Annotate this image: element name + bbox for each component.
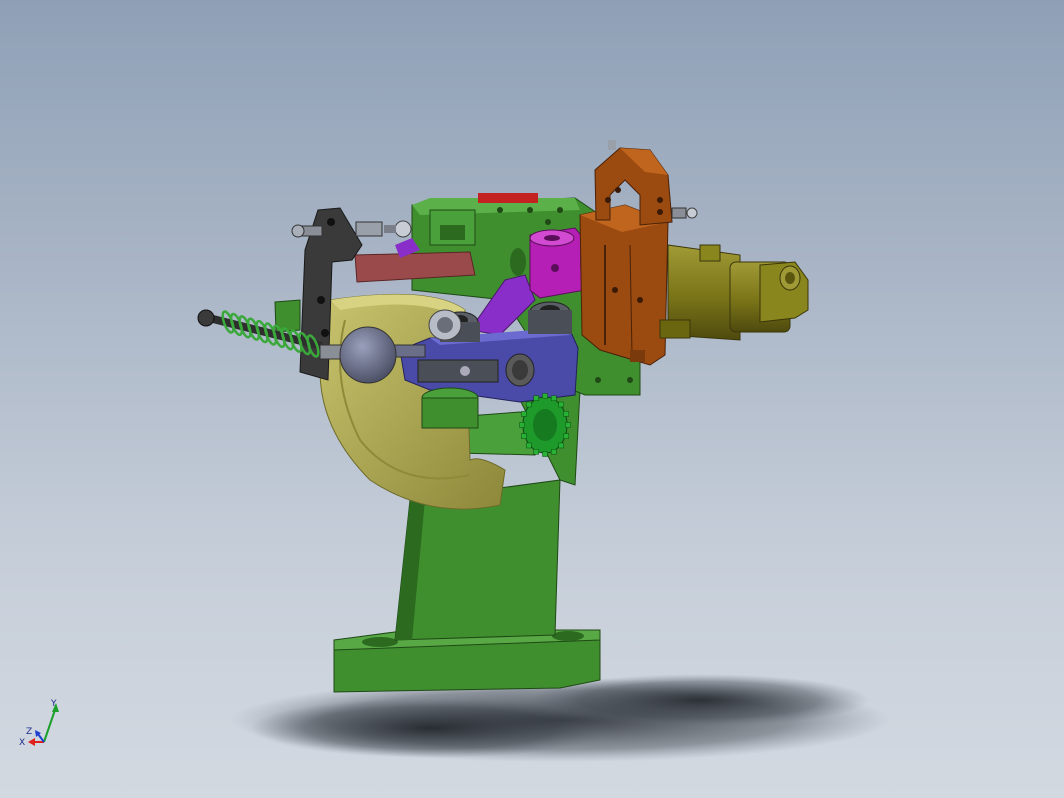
- x-axis-arrow: [28, 738, 35, 746]
- y-axis-line: [43, 706, 57, 743]
- gear-tooth: [565, 422, 571, 428]
- x-axis-label: X: [19, 738, 25, 748]
- gear-tooth: [525, 401, 532, 408]
- gear-tooth: [533, 449, 539, 455]
- z-axis-label: Z: [26, 727, 32, 737]
- z-axis-line: [37, 733, 45, 743]
- gear-tooth: [563, 433, 569, 439]
- gear-tooth: [563, 411, 569, 417]
- red-tab[interactable]: [478, 193, 538, 203]
- axis-triad: Y X Z: [19, 699, 59, 748]
- gear-tooth: [542, 393, 548, 399]
- gear-tooth: [551, 449, 557, 455]
- graphics-viewport[interactable]: Y X Z: [0, 0, 1064, 798]
- gear-tooth: [533, 395, 539, 401]
- gear-tooth: [551, 395, 557, 401]
- gear-tooth: [519, 422, 525, 428]
- gear-tooth: [525, 442, 532, 449]
- pneumatic-cylinder[interactable]: [659, 244, 809, 341]
- gear-tooth: [558, 442, 565, 449]
- y-axis-label: Y: [50, 699, 57, 709]
- drive-gear[interactable]: [519, 393, 571, 457]
- gear-tooth: [521, 411, 527, 417]
- assembly-model[interactable]: [0, 0, 1064, 798]
- gear-tooth: [542, 451, 548, 457]
- gear-tooth: [558, 401, 565, 408]
- gear-tooth: [521, 433, 527, 439]
- ball-knob[interactable]: [339, 326, 397, 384]
